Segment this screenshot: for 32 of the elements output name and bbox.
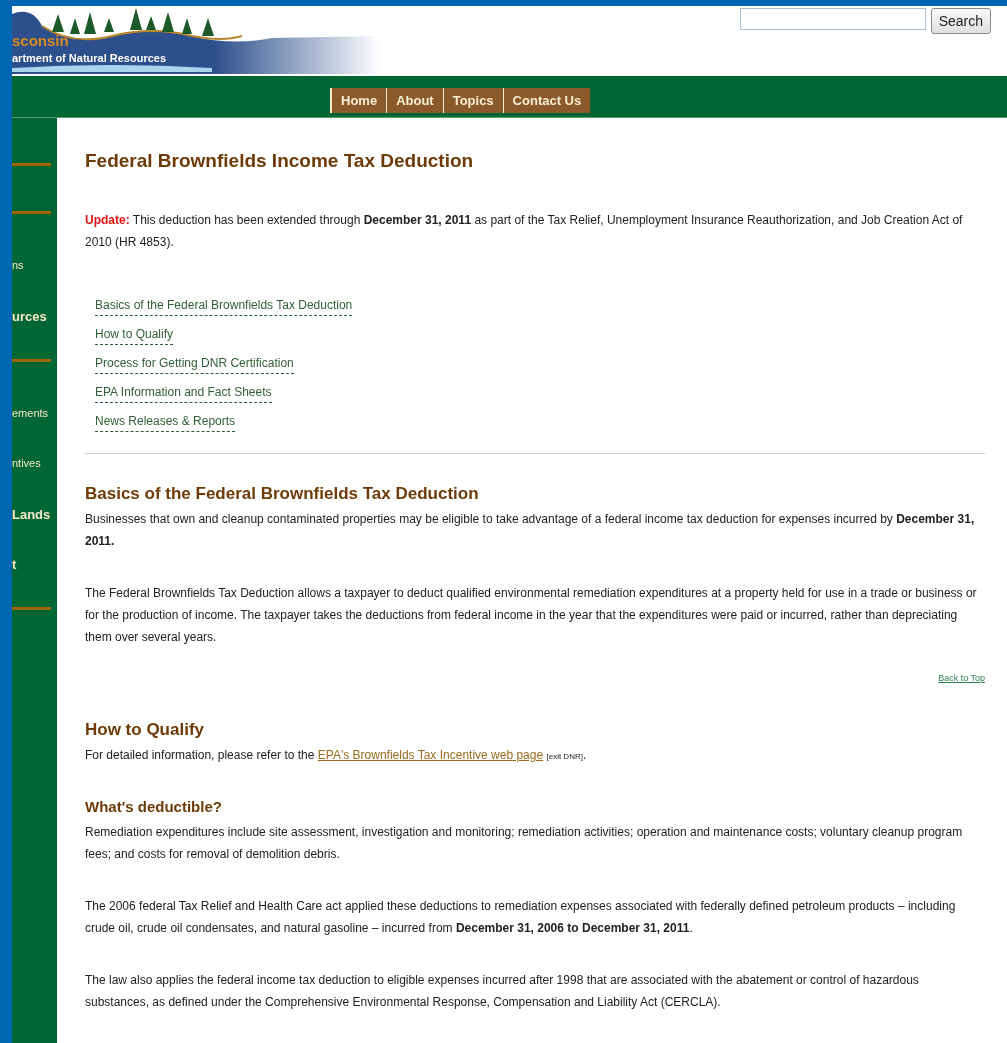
section-link[interactable]: How to Qualify: [95, 327, 174, 345]
subsection-heading: What's deductible?: [85, 798, 223, 815]
paragraph: The law also applies the federal income tax deduction to eligible expenses incurred after 1998 that are associated with the abatement or control of hazardous substances, as defined under the Comprehensive Environmental Response, Compensation and Liability Act (CERCLA).: [85, 972, 920, 1011]
section-link[interactable]: EPA Information and Fact Sheets: [95, 385, 272, 403]
paragraph: Businesses that own and cleanup contaminated properties may be eligible to take advantage of a federal income tax deduction for expenses incurred by December 31, 2011.: [85, 511, 976, 550]
sidebar-link[interactable]: urces: [12, 309, 47, 324]
nav-tab[interactable]: Topics: [442, 88, 503, 113]
paragraph: For detailed information, please refer to the EPA's Brownfields Tax Incentive web page [exit DNR].: [85, 747, 588, 764]
section-link[interactable]: Basics of the Federal Brownfields Tax Deduction: [95, 298, 353, 316]
search-field[interactable]: [739, 8, 926, 30]
section-link[interactable]: Process for Getting DNR Certification: [95, 356, 294, 374]
paragraph: Remediation expenditures include site assessment, investigation and monitoring; remediation activities; operation and maintenance costs; voluntary cleanup program fees; and costs for removal of demolition debris.: [85, 824, 964, 863]
sidebar-link[interactable]: Lands: [12, 507, 51, 522]
nav-tab[interactable]: Contact Us: [502, 88, 591, 113]
sidebar-link[interactable]: ns: [12, 259, 24, 271]
update-paragraph: Update: This deduction has been extended through December 31, 2011 as part of the Tax Relief, Unemployment Insurance Reauthorization, and Job Creation Act of 2010 (HR 4853).: [85, 212, 964, 251]
back-to-top-link[interactable]: Back to Top: [938, 673, 985, 683]
search-button[interactable]: Search: [930, 8, 991, 34]
sidebar-link[interactable]: t: [12, 557, 17, 572]
sidebar-link[interactable]: ntives: [12, 457, 41, 469]
page-title: Federal Brownfields Income Tax Deduction: [85, 150, 475, 172]
nav-tab[interactable]: Home: [330, 88, 387, 113]
section-heading: How to Qualify: [85, 720, 205, 740]
logo-agency-text: artment of Natural Resources: [12, 52, 167, 64]
paragraph: The 2006 federal Tax Relief and Health Care act applied these deductions to remediation expenses associated with federally defined petroleum products – including crude oil, crude oil condensates, and natural gasoline – incurred from December 31, 2006 to December 31, 2011.: [85, 898, 957, 937]
nav-tab[interactable]: About: [386, 88, 443, 113]
logo-state-text: sconsin: [12, 32, 69, 49]
sidebar-link[interactable]: ements: [12, 407, 49, 419]
section-link[interactable]: News Releases & Reports: [95, 414, 236, 432]
paragraph: The Federal Brownfields Tax Deduction allows a taxpayer to deduct qualified environmental remediation expenditures at a property held for use in a trade or business or for the production of income. The taxpayer takes the deductions from federal income in the year that the expenditures were paid or incurred, rather than depreciating them over several years.: [85, 585, 978, 646]
epa-link[interactable]: EPA's Brownfields Tax Incentive web page: [317, 748, 544, 762]
section-heading: Basics of the Federal Brownfields Tax Deduction: [85, 484, 480, 504]
